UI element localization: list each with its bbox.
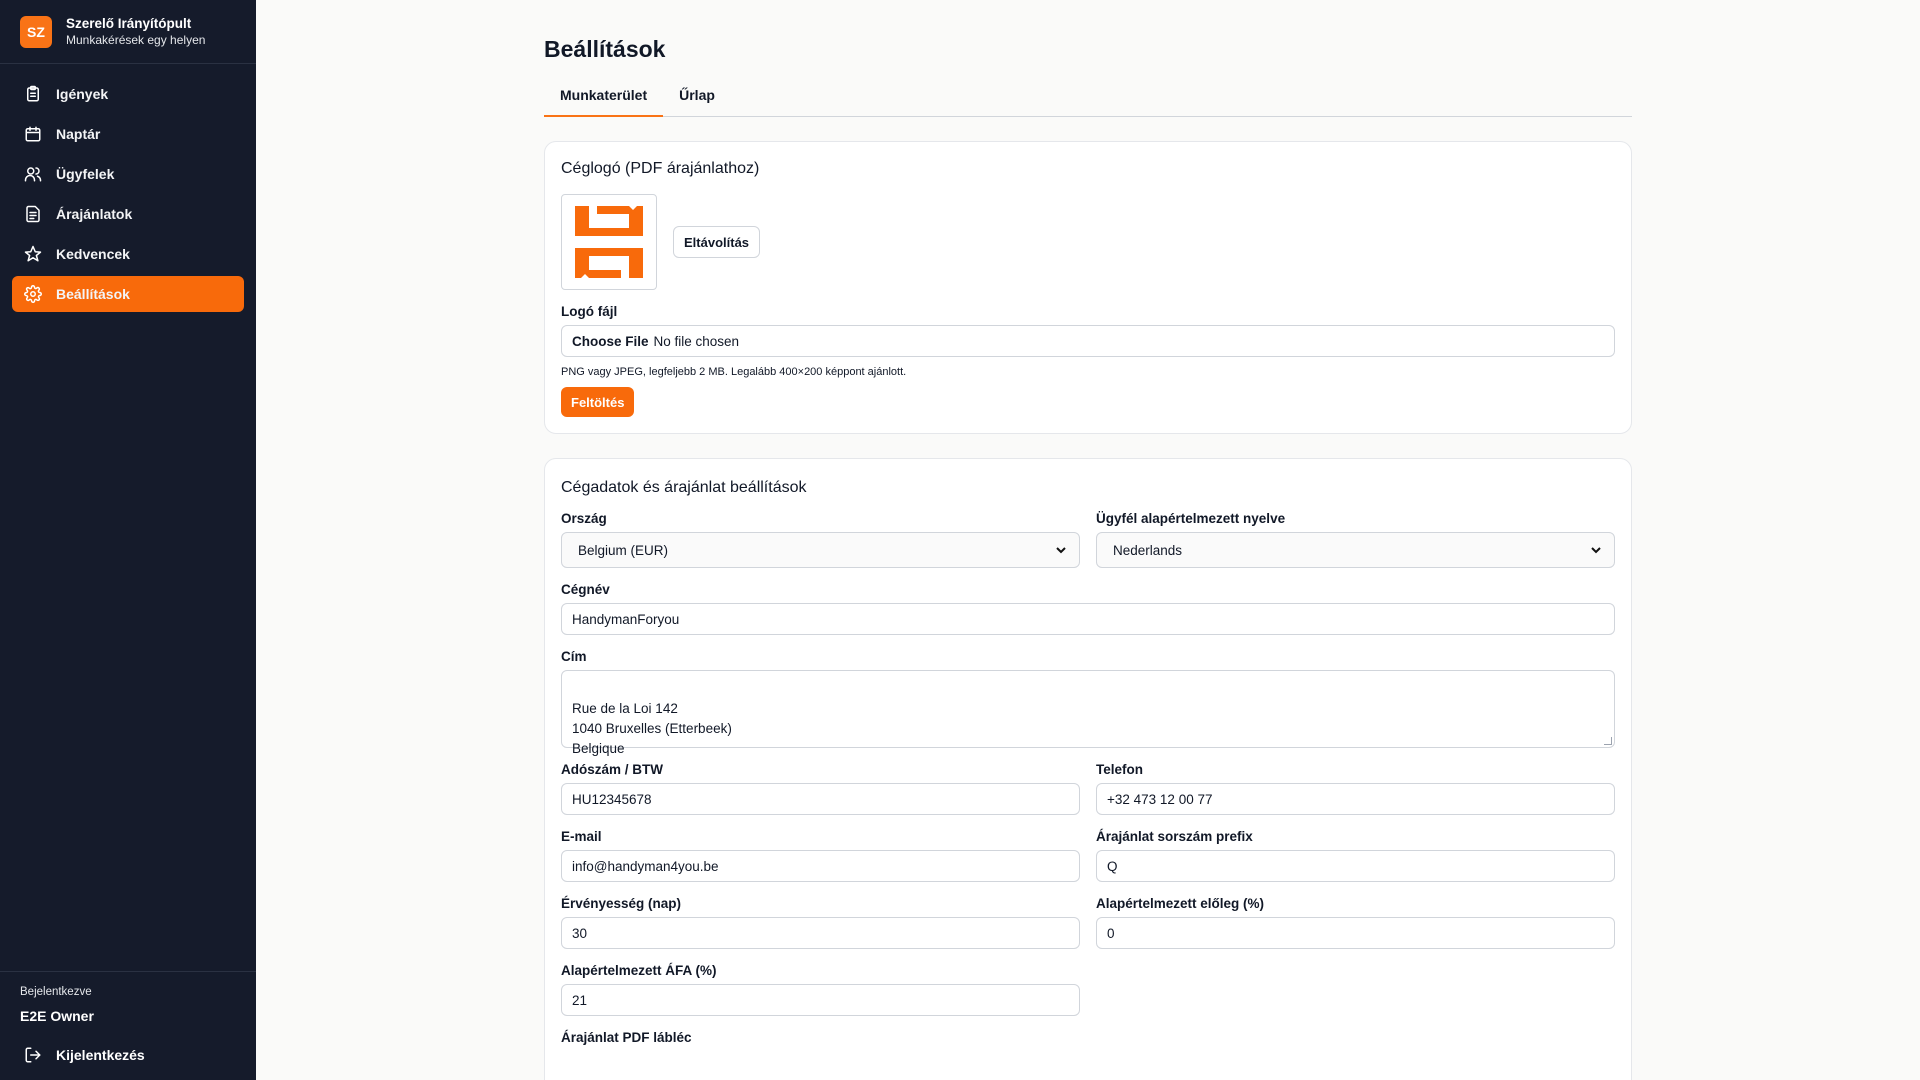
tax-input[interactable]: HU12345678: [561, 783, 1080, 815]
clipboard-icon: [27, 85, 39, 102]
logged-in-user: E2E Owner: [20, 1008, 94, 1024]
upload-button[interactable]: Feltöltés: [561, 387, 635, 417]
logged-in-label: Bejelentkezve: [20, 986, 92, 998]
sidebar-item-kedvencek[interactable]: Kedvencek: [12, 236, 244, 272]
email-label: E-mail: [561, 829, 602, 844]
sidebar-item-label: Árajánlatok: [56, 206, 133, 222]
country-select[interactable]: Belgium (EUR): [561, 532, 1080, 568]
address-label: Cím: [561, 649, 587, 664]
sidebar-item-beallitasok[interactable]: Beállítások: [12, 276, 244, 312]
calendar-icon: [25, 126, 41, 142]
email-input[interactable]: info@handyman4you.be: [561, 850, 1080, 882]
page-title: Beállítások: [544, 36, 666, 62]
sidebar-item-label: Igények: [56, 86, 109, 102]
chevron-down-icon: [1056, 547, 1066, 554]
tax-label: Adószám / BTW: [561, 762, 664, 777]
deposit-input[interactable]: 0: [1096, 917, 1615, 949]
company-card-title: Cégadatok és árajánlat beállítások: [561, 479, 807, 496]
company-logo-image: [575, 206, 643, 278]
validity-input[interactable]: 30: [561, 917, 1080, 949]
company-name-input[interactable]: HandymanForyou: [561, 603, 1615, 635]
company-name-label: Cégnév: [561, 582, 610, 597]
users-icon: [24, 167, 42, 182]
logout-icon: [25, 1047, 41, 1063]
vat-label: Alapértelmezett ÁFA (%): [561, 963, 717, 978]
resize-handle[interactable]: [1604, 737, 1612, 745]
tab-urlap[interactable]: Űrlap: [663, 87, 731, 117]
sidebar-item-label: Naptár: [56, 126, 101, 142]
logo-card-title: Céglogó (PDF árajánlathoz): [561, 160, 760, 177]
logout-label: Kijelentkezés: [56, 1047, 145, 1063]
sidebar-item-label: Beállítások: [56, 286, 130, 302]
language-label: Ügyfél alapértelmezett nyelve: [1096, 511, 1286, 526]
validity-label: Érvényesség (nap): [561, 896, 682, 911]
company-card: Cégadatok és árajánlat beállítások Orszá…: [544, 458, 1632, 1080]
no-file-text: No file chosen: [653, 333, 740, 349]
logo-preview: [561, 194, 657, 290]
prefix-label: Árajánlat sorszám prefix: [1096, 829, 1253, 844]
country-label: Ország: [561, 511, 607, 526]
brand-title: Szerelő Irányítópult: [66, 16, 192, 31]
brand-subtitle: Munkakérések egy helyen: [66, 33, 206, 47]
address-value: Rue de la Loi 142 1040 Bruxelles (Etterb…: [572, 701, 732, 756]
logo-card: Céglogó (PDF árajánlathoz) Eltávolítás L…: [544, 141, 1632, 434]
logo-file-label: Logó fájl: [561, 304, 618, 319]
sidebar-item-label: Ügyfelek: [56, 166, 115, 182]
pdf-footer-label: Árajánlat PDF lábléc: [561, 1030, 692, 1045]
phone-input[interactable]: +32 473 12 00 77: [1096, 783, 1615, 815]
sidebar-item-arajanlatok[interactable]: Árajánlatok: [12, 196, 244, 232]
deposit-label: Alapértelmezett előleg (%): [1096, 896, 1265, 911]
sidebar-item-naptar[interactable]: Naptár: [12, 116, 244, 152]
logo-file-hint: PNG vagy JPEG, legfeljebb 2 MB. Legalább…: [561, 366, 907, 378]
settings-tabs: Munkaterület Űrlap: [544, 87, 1632, 117]
brand-logo: SZ: [20, 15, 52, 48]
logo-file-input[interactable]: Choose File No file chosen: [561, 325, 1615, 357]
prefix-input[interactable]: Q: [1096, 850, 1615, 882]
document-icon: [26, 205, 40, 223]
gear-icon: [24, 285, 42, 303]
sidebar: SZ Szerelő Irányítópult Munkakérések egy…: [0, 0, 256, 1080]
language-value: Nederlands: [1113, 542, 1183, 558]
vat-input[interactable]: 21: [561, 984, 1080, 1016]
country-value: Belgium (EUR): [578, 542, 669, 558]
choose-file-button[interactable]: Choose File: [572, 334, 649, 349]
language-select[interactable]: Nederlands: [1096, 532, 1615, 568]
tab-munkaterulet[interactable]: Munkaterület: [544, 87, 664, 117]
phone-label: Telefon: [1096, 762, 1143, 777]
brand-header: SZ Szerelő Irányítópult Munkakérések egy…: [0, 0, 256, 64]
address-textarea[interactable]: Rue de la Loi 142 1040 Bruxelles (Etterb…: [561, 670, 1615, 756]
sidebar-item-igenyek[interactable]: Igények: [12, 76, 244, 112]
sidebar-item-ugyfelek[interactable]: Ügyfelek: [12, 156, 244, 192]
star-icon: [24, 245, 42, 262]
sidebar-nav: Igények Naptár Ügyfelek Árajánlatok Kedv…: [0, 64, 256, 324]
logout-button[interactable]: Kijelentkezés: [20, 1046, 236, 1064]
sidebar-item-label: Kedvencek: [56, 246, 130, 262]
sidebar-footer: Bejelentkezve E2E Owner Kijelentkezés: [0, 971, 256, 1080]
chevron-down-icon: [1591, 547, 1601, 554]
remove-logo-button[interactable]: Eltávolítás: [673, 226, 761, 258]
main-content: Beállítások Munkaterület Űrlap Céglogó (…: [256, 0, 1920, 1080]
